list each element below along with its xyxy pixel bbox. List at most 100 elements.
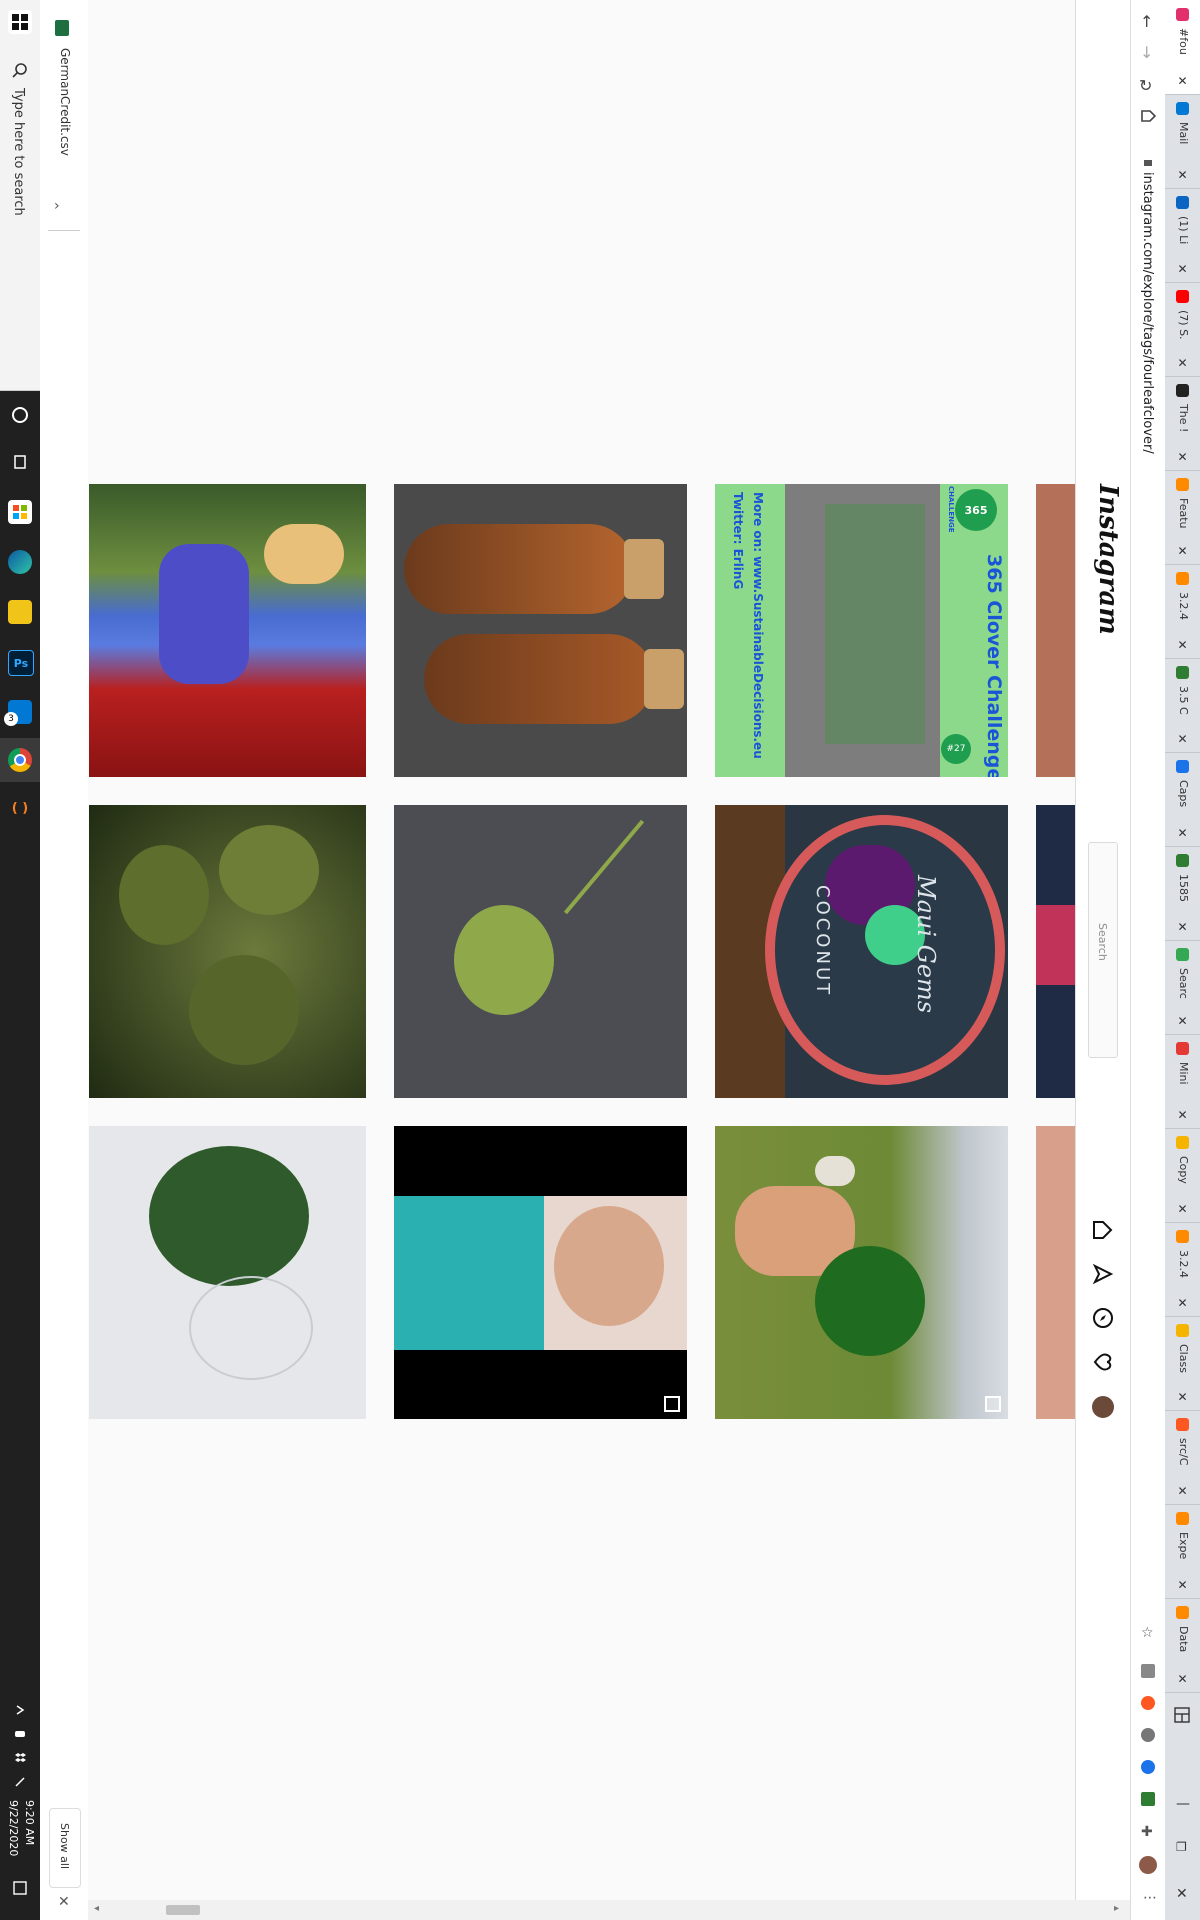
tab-5[interactable]: The ! ✕: [1165, 376, 1200, 471]
tab-search-icon[interactable]: [1173, 1706, 1191, 1724]
photoshop-icon[interactable]: Ps: [8, 650, 34, 676]
tab-4[interactable]: (7) S. ✕: [1165, 282, 1200, 377]
activity-heart-icon[interactable]: [1091, 1350, 1115, 1378]
tab-13[interactable]: Copy ✕: [1165, 1128, 1200, 1223]
tab-14[interactable]: 3.2.4 ✕: [1165, 1222, 1200, 1317]
menu-dots-icon[interactable]: ⋯: [1143, 1890, 1157, 1906]
download-file-name[interactable]: GermanCredit.csv: [58, 48, 72, 156]
minimize-icon[interactable]: —: [1176, 1796, 1190, 1812]
back-icon[interactable]: ↑: [1140, 12, 1153, 31]
tab-close-icon[interactable]: ✕: [1176, 1108, 1189, 1122]
tab-9[interactable]: Caps ✕: [1165, 752, 1200, 847]
tab-7[interactable]: 3.2.4 ✕: [1165, 564, 1200, 659]
file-explorer-icon[interactable]: [8, 600, 32, 624]
challenge-title: 365 Clover Challenge: [983, 554, 1005, 777]
close-downloads-icon[interactable]: ✕: [58, 1894, 70, 1910]
action-center-icon[interactable]: [8, 1876, 32, 1900]
tab-16[interactable]: src/C ✕: [1165, 1410, 1200, 1505]
microsoft-store-icon[interactable]: [8, 500, 32, 524]
bookmark-star-icon[interactable]: ☆: [1141, 1625, 1154, 1641]
dropbox-icon[interactable]: [8, 1746, 32, 1770]
tab-1[interactable]: #fou ✕: [1165, 0, 1200, 95]
download-chevron-icon[interactable]: ›: [54, 198, 60, 214]
tab-close-icon[interactable]: ✕: [1176, 1014, 1189, 1028]
tab-close-icon[interactable]: ✕: [1176, 74, 1189, 88]
restore-icon[interactable]: ❐: [1176, 1840, 1187, 1854]
tab-17[interactable]: Expe ✕: [1165, 1504, 1200, 1599]
tab-close-icon[interactable]: ✕: [1176, 544, 1189, 558]
tab-2[interactable]: Mail ✕: [1165, 94, 1200, 189]
tab-3[interactable]: (1) Li ✕: [1165, 188, 1200, 283]
post-clover-glass-vase[interactable]: [89, 1126, 366, 1419]
tab-close-icon[interactable]: ✕: [1176, 1296, 1189, 1310]
tab-15[interactable]: Class ✕: [1165, 1316, 1200, 1411]
tab-close-icon[interactable]: ✕: [1176, 1484, 1189, 1498]
brackets-icon[interactable]: ( ): [8, 796, 32, 820]
scrollbar-thumb[interactable]: [166, 1905, 200, 1915]
clock-date[interactable]: 9/22/2020: [7, 1800, 20, 1856]
tab-close-icon[interactable]: ✕: [1176, 920, 1189, 934]
edge-icon[interactable]: [8, 550, 32, 574]
pen-icon[interactable]: [8, 1770, 32, 1794]
task-view-icon[interactable]: [8, 450, 32, 474]
extension-gmail-icon[interactable]: [1141, 1664, 1155, 1678]
taskbar-search-box[interactable]: Type here to search: [0, 0, 40, 391]
instagram-search-input[interactable]: Search: [1088, 842, 1118, 1058]
post-coconut-tin[interactable]: Maui Gems COCONUT: [715, 805, 1008, 1098]
tab-close-icon[interactable]: ✕: [1176, 1672, 1189, 1686]
direct-message-icon[interactable]: [1091, 1262, 1115, 1290]
cortana-icon[interactable]: [8, 403, 32, 427]
post-partial-3[interactable]: [1036, 1126, 1075, 1419]
post-partial-1[interactable]: [1036, 484, 1075, 777]
scroll-right-icon[interactable]: ▸: [1114, 1903, 1119, 1914]
post-clover-on-grey[interactable]: [394, 805, 687, 1098]
post-clover-water-drops[interactable]: [89, 805, 366, 1098]
extension-blue-icon[interactable]: [1141, 1760, 1155, 1774]
tab-close-icon[interactable]: ✕: [1176, 732, 1189, 746]
close-window-icon[interactable]: ✕: [1176, 1886, 1188, 1902]
tab-8[interactable]: 3.5 C ✕: [1165, 658, 1200, 753]
home-icon[interactable]: [1091, 1218, 1115, 1246]
scroll-left-icon[interactable]: ◂: [94, 1903, 99, 1914]
tab-11[interactable]: Searc ✕: [1165, 940, 1200, 1035]
forward-icon[interactable]: ↓: [1140, 43, 1153, 62]
tab-close-icon[interactable]: ✕: [1176, 638, 1189, 652]
reload-icon[interactable]: ↻: [1139, 76, 1152, 95]
extension-orange-icon[interactable]: [1141, 1696, 1155, 1710]
tab-close-icon[interactable]: ✕: [1176, 1202, 1189, 1216]
clock-time[interactable]: 9:20 AM: [23, 1800, 36, 1845]
tab-10[interactable]: 1585 ✕: [1165, 846, 1200, 941]
profile-avatar[interactable]: [1092, 1396, 1114, 1418]
profile-icon[interactable]: [1139, 1856, 1157, 1874]
chrome-taskbar-active[interactable]: [0, 738, 40, 782]
tab-close-icon[interactable]: ✕: [1176, 826, 1189, 840]
tab-18[interactable]: Data ✕: [1165, 1598, 1200, 1693]
windows-start-icon[interactable]: [8, 10, 32, 34]
tab-6[interactable]: Featu ✕: [1165, 470, 1200, 565]
explore-compass-icon[interactable]: [1091, 1306, 1115, 1334]
post-wooden-bottles[interactable]: [394, 484, 687, 777]
extension-grey-icon[interactable]: [1141, 1728, 1155, 1742]
extension-green-icon[interactable]: [1141, 1792, 1155, 1806]
show-all-button[interactable]: Show all: [49, 1808, 81, 1888]
chevron-up-icon[interactable]: [8, 1698, 32, 1722]
post-hand-four-leaf-clover[interactable]: [715, 1126, 1008, 1419]
horizontal-scrollbar[interactable]: ◂ ▸: [88, 1900, 1130, 1920]
post-woman-red-car[interactable]: [89, 484, 366, 777]
instagram-logo[interactable]: Instagram: [1093, 484, 1123, 635]
post-clover-challenge[interactable]: 365 Clover Challenge More on: www.Sustai…: [715, 484, 1008, 777]
post-partial-2[interactable]: [1036, 805, 1075, 1098]
address-bar-url[interactable]: instagram.com/explore/tags/fourleafclove…: [1140, 172, 1155, 454]
tab-close-icon[interactable]: ✕: [1176, 450, 1189, 464]
tab-12[interactable]: Mini ✕: [1165, 1034, 1200, 1129]
post-woman-teal-scarf[interactable]: [394, 1126, 687, 1419]
tab-close-icon[interactable]: ✕: [1176, 356, 1189, 370]
tab-close-icon[interactable]: ✕: [1176, 168, 1189, 182]
lock-icon[interactable]: [1143, 152, 1153, 166]
home-button-icon[interactable]: [1140, 108, 1157, 128]
tab-close-icon[interactable]: ✕: [1176, 1578, 1189, 1592]
tab-close-icon[interactable]: ✕: [1176, 1390, 1189, 1404]
tab-close-icon[interactable]: ✕: [1176, 262, 1189, 276]
extensions-puzzle-icon[interactable]: ✚: [1141, 1824, 1153, 1840]
network-icon[interactable]: [8, 1722, 32, 1746]
